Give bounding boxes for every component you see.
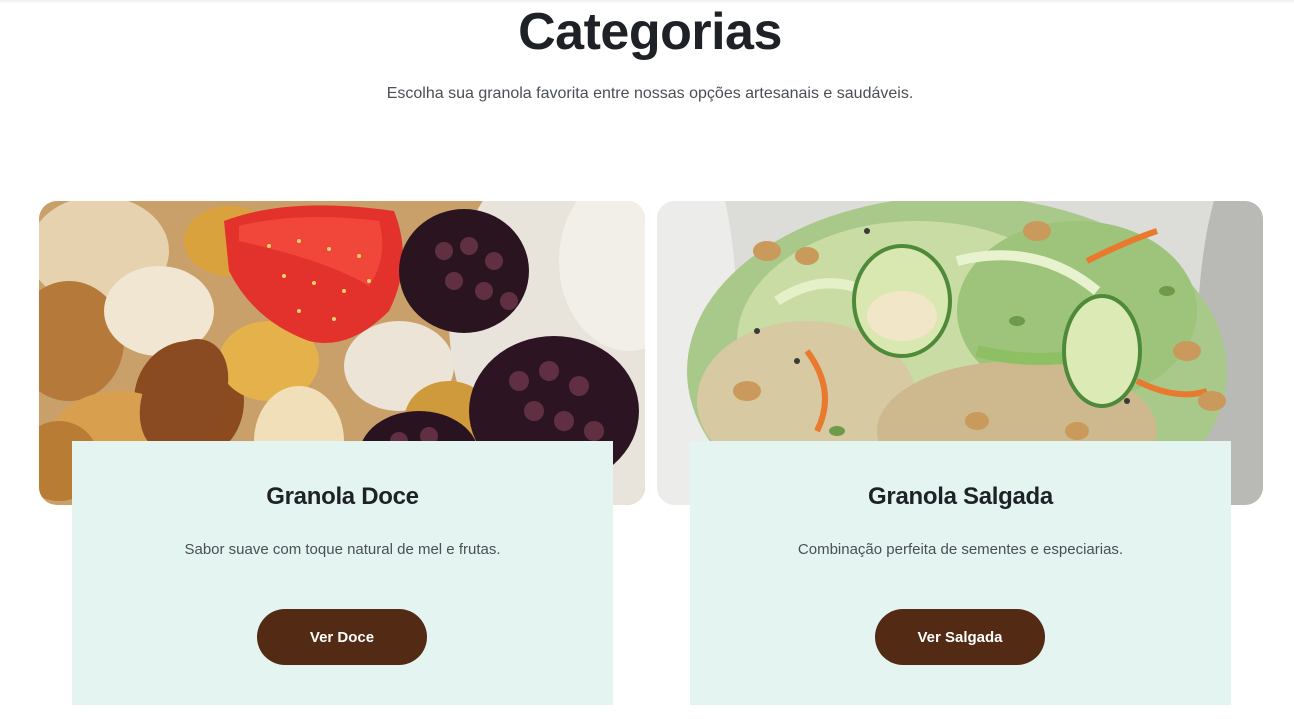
- category-card-salgada: Granola Salgada Combinação perfeita de s…: [657, 201, 1263, 719]
- category-card-doce: Granola Doce Sabor suave com toque natur…: [39, 201, 645, 719]
- card-description: Combinação perfeita de sementes e especi…: [797, 541, 1124, 558]
- category-panel-salgada: Granola Salgada Combinação perfeita de s…: [690, 441, 1231, 705]
- ver-doce-button[interactable]: Ver Doce: [257, 609, 427, 665]
- card-title: Granola Doce: [266, 483, 419, 510]
- ver-salgada-button[interactable]: Ver Salgada: [875, 609, 1045, 665]
- category-panel-doce: Granola Doce Sabor suave com toque natur…: [72, 441, 613, 705]
- section-title: Categorias: [518, 3, 782, 61]
- section-subtitle: Escolha sua granola favorita entre nossa…: [386, 85, 914, 102]
- categories-page: Categorias Escolha sua granola favorita …: [0, 0, 1294, 719]
- card-title: Granola Salgada: [868, 483, 1053, 510]
- card-description: Sabor suave com toque natural de mel e f…: [184, 541, 501, 558]
